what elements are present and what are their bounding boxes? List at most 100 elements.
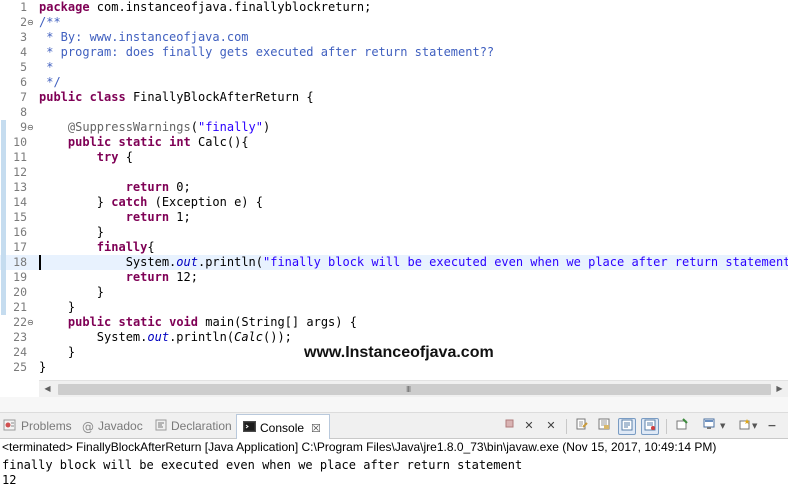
code-line: 4 * program: does finally gets executed … [0, 45, 788, 60]
declaration-icon [155, 414, 167, 440]
code-token: .println( [197, 255, 263, 269]
code-line: 2 ⊖/** [0, 15, 788, 30]
scroll-left-arrow-icon[interactable]: ◀ [39, 381, 56, 397]
tab-declaration[interactable]: Declaration [155, 413, 232, 439]
horizontal-scrollbar[interactable]: ◀ III ▶ [39, 380, 788, 397]
code-text: public static void main(String[] args) { [39, 315, 357, 330]
quick-diff-range-indicator [1, 120, 6, 315]
fold-toggle-icon[interactable]: ⊖ [27, 317, 36, 328]
console-icon [243, 416, 256, 442]
code-token: @SuppressWarnings [67, 120, 191, 134]
code-token: com.instanceofjava.finallyblockreturn; [89, 0, 372, 14]
code-token: 12; [169, 270, 198, 284]
code-token: return [125, 180, 170, 194]
code-text: * program: does finally gets executed af… [39, 45, 494, 60]
code-line: 21 } [0, 300, 788, 315]
java-editor[interactable]: 1 package com.instanceofjava.finallyblock… [0, 0, 788, 380]
chevron-down-icon[interactable]: ▼ [752, 417, 757, 435]
scroll-lock-icon[interactable] [595, 418, 613, 435]
code-token: int [169, 135, 191, 149]
code-line: 20 } [0, 285, 788, 300]
code-token: } [39, 360, 47, 374]
code-token: } [39, 225, 105, 239]
code-text: finally{ [39, 240, 155, 255]
line-number: 2 [20, 15, 27, 29]
code-token: class [89, 90, 126, 104]
line-number: 25 [13, 360, 27, 374]
code-token: out [176, 255, 198, 269]
show-console-on-output-icon[interactable] [641, 418, 659, 435]
code-token: .println( [169, 330, 235, 344]
code-line: 9 ⊖ @SuppressWarnings("finally") [0, 120, 788, 135]
code-text: return 0; [39, 180, 191, 195]
fold-toggle-icon[interactable]: ⊖ [27, 122, 36, 133]
code-line: 17 finally{ [0, 240, 788, 255]
code-text: */ [39, 75, 60, 90]
code-text: return 1; [39, 210, 191, 225]
code-token: static [118, 135, 162, 149]
code-token: void [169, 315, 198, 329]
code-token: public [67, 315, 112, 329]
code-token: out [147, 330, 170, 344]
code-token: finally [96, 240, 148, 254]
code-token: "finally" [197, 120, 263, 134]
code-token: 1; [169, 210, 191, 224]
code-token: ( [190, 120, 198, 134]
code-text: } [39, 285, 104, 300]
code-token: ()); [263, 330, 292, 344]
code-token: System. [39, 330, 148, 344]
view-sash[interactable] [0, 397, 788, 413]
code-token: } [39, 345, 76, 359]
tab-javadoc[interactable]: @ Javadoc [82, 413, 143, 439]
code-token: } [39, 195, 112, 209]
code-token: * program: does finally gets executed af… [39, 45, 495, 59]
tab-problems[interactable]: Problems [3, 413, 72, 439]
code-token: 0; [169, 180, 191, 194]
clear-console-icon[interactable] [573, 418, 591, 435]
code-line: 12 [0, 165, 788, 180]
code-token: Calc(){ [190, 135, 249, 149]
remove-launch-icon[interactable]: ✕ [520, 418, 538, 435]
code-token: (Exception e) { [147, 195, 263, 209]
close-tab-icon[interactable]: ☒ [311, 423, 321, 435]
code-token: static [118, 315, 162, 329]
code-line: 6 */ [0, 75, 788, 90]
code-text: /** [39, 15, 61, 30]
console-output-area[interactable]: <terminated> FinallyBlockAfterReturn [Ja… [0, 439, 788, 496]
pin-console-icon[interactable] [673, 418, 691, 435]
tab-declaration-label: Declaration [171, 419, 232, 433]
code-token: { [118, 150, 133, 164]
fold-toggle-icon[interactable]: ⊖ [27, 17, 36, 28]
code-line: 18 System.out.println("finally block wil… [0, 255, 788, 270]
line-number: 24 [13, 345, 27, 359]
text-caret [39, 255, 41, 270]
minimize-view-icon[interactable]: − [763, 418, 781, 435]
scroll-right-arrow-icon[interactable]: ▶ [771, 381, 788, 397]
word-wrap-icon[interactable] [618, 418, 636, 435]
code-text: } catch (Exception e) { [39, 195, 263, 210]
chevron-down-icon[interactable]: ▼ [720, 417, 725, 435]
code-token: * [39, 60, 54, 74]
console-process-label: <terminated> FinallyBlockAfterReturn [Ja… [2, 440, 717, 454]
code-token: "finally block will be executed even whe… [263, 255, 788, 269]
scrollbar-grip: III [406, 385, 411, 394]
tab-console[interactable]: Console ☒ [236, 414, 330, 440]
terminate-icon[interactable] [500, 418, 518, 435]
code-token: Calc [234, 330, 263, 344]
code-token: main(String[] args) { [198, 315, 357, 329]
line-number: 1 [20, 0, 27, 14]
scrollbar-thumb[interactable]: III [58, 384, 771, 395]
remove-all-terminated-icon[interactable]: ✕ [542, 418, 560, 435]
code-line: 3 * By: www.instanceofjava.com [0, 30, 788, 45]
code-text: @SuppressWarnings("finally") [39, 120, 270, 135]
code-token: /** [39, 15, 61, 29]
display-selected-console-icon[interactable] [700, 418, 718, 435]
line-number: 5 [20, 60, 27, 74]
code-line: 23 System.out.println(Calc()); [0, 330, 788, 345]
